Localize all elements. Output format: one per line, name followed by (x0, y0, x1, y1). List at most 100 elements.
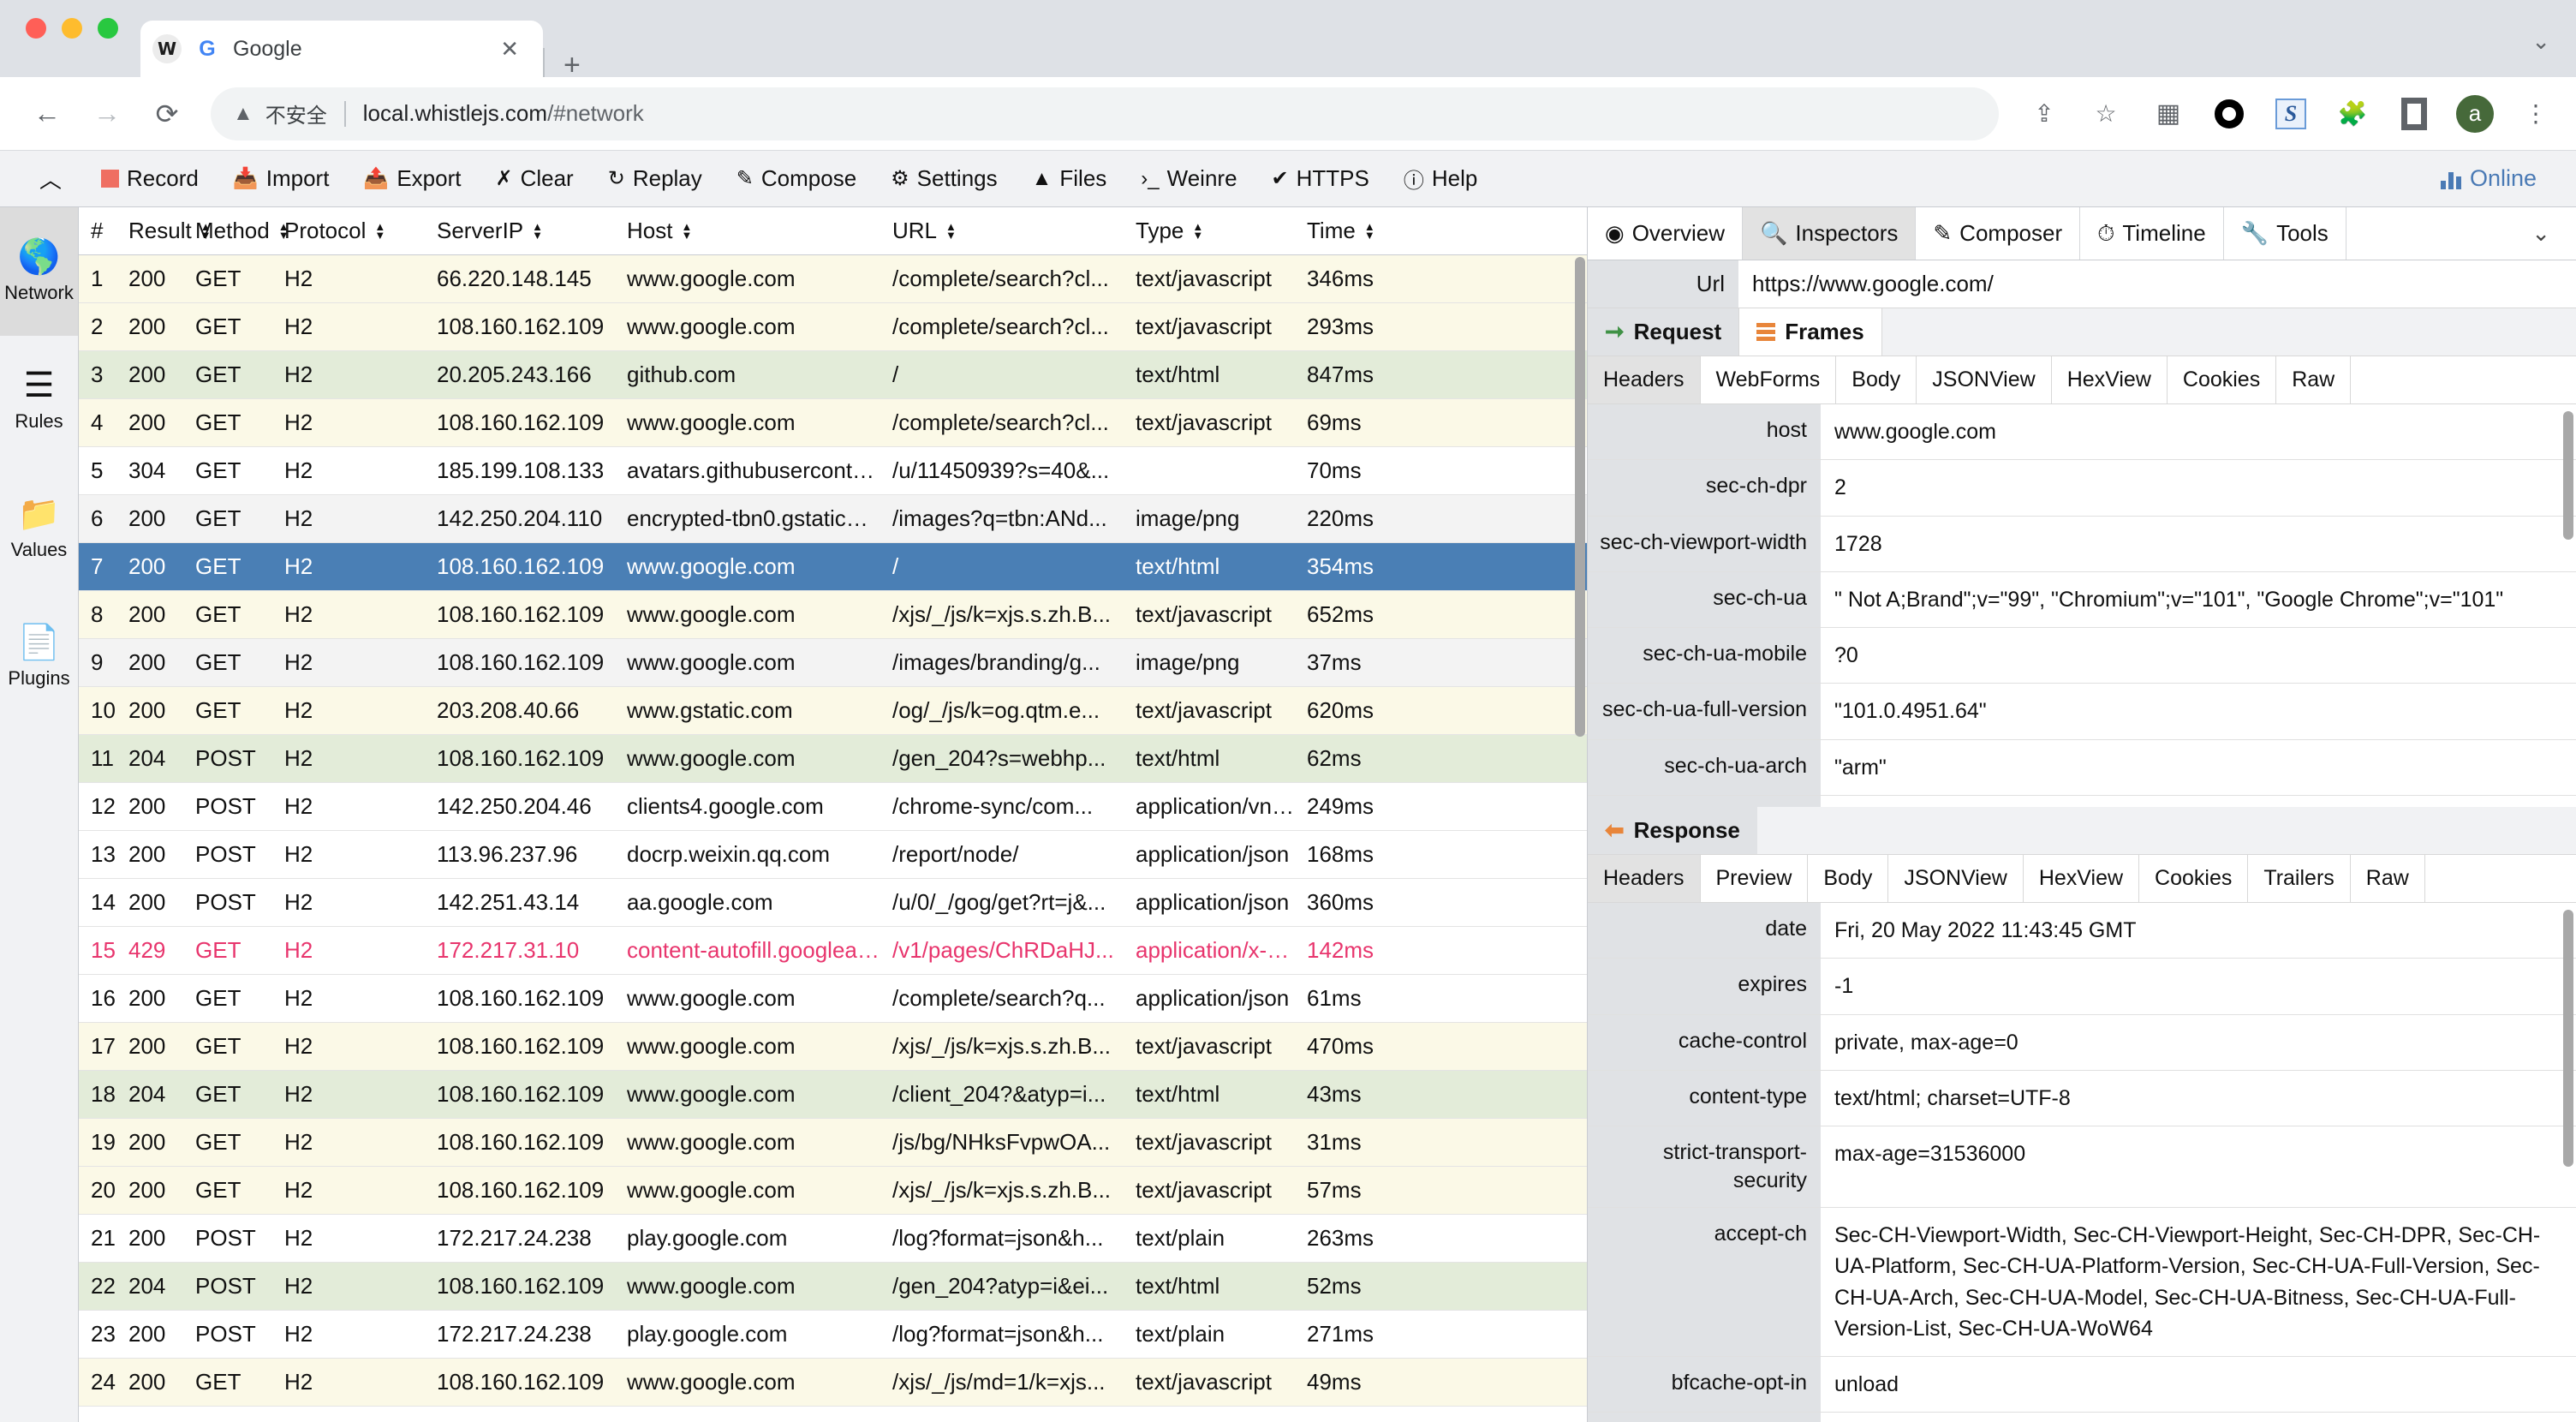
section-tab-frames[interactable]: Frames (1738, 308, 1882, 356)
sidebar-item-network[interactable]: 🌎 Network (0, 207, 78, 336)
files-button[interactable]: ▲Files (1015, 165, 1124, 192)
tab-timeline[interactable]: ⏱Timeline (2080, 207, 2224, 260)
table-row[interactable]: 1200GETH266.220.148.145www.google.com/co… (79, 255, 1587, 303)
table-row[interactable]: 16200GETH2108.160.162.109www.google.com/… (79, 975, 1587, 1023)
header-value[interactable]: Fri, 20 May 2022 11:43:45 GMT (1821, 903, 2576, 958)
weinre-button[interactable]: ›_Weinre (1124, 165, 1254, 192)
header-value[interactable]: text/html; charset=UTF-8 (1821, 1071, 2576, 1126)
window-chevron-down-icon[interactable]: ⌄ (2531, 28, 2550, 77)
compose-button[interactable]: ✎Compose (719, 165, 874, 192)
table-row[interactable]: 5304GETH2185.199.108.133avatars.githubus… (79, 447, 1587, 495)
table-row[interactable]: 6200GETH2142.250.204.110encrypted-tbn0.g… (79, 495, 1587, 543)
network-table-scrollbar[interactable] (1575, 257, 1585, 1393)
s-extension-icon[interactable]: S (2271, 94, 2311, 134)
circle-extension-icon[interactable] (2209, 94, 2249, 134)
header-value[interactable]: www.google.com (1821, 404, 2576, 459)
request-subtab-hexview[interactable]: HexView (2052, 356, 2168, 403)
table-row[interactable]: 23200POSTH2172.217.24.238play.google.com… (79, 1311, 1587, 1359)
kebab-menu-icon[interactable]: ⋮ (2516, 94, 2555, 134)
help-button[interactable]: ⓘHelp (1386, 164, 1494, 194)
header-value[interactable]: "macOS" (1821, 796, 2576, 807)
table-row[interactable]: 13200POSTH2113.96.237.96docrp.weixin.qq.… (79, 831, 1587, 879)
header-value[interactable]: Sec-CH-Viewport-Width, Sec-CH-Viewport-H… (1821, 1208, 2576, 1356)
col-header-url[interactable]: URL▲▼ (892, 218, 1136, 244)
header-value[interactable]: gzip (1821, 1413, 2576, 1422)
close-icon[interactable]: ✕ (488, 36, 531, 63)
avatar[interactable]: a (2456, 95, 2494, 133)
sidebar-item-rules[interactable]: ☰ Rules (0, 336, 78, 464)
header-value[interactable]: " Not A;Brand";v="99", "Chromium";v="101… (1821, 572, 2576, 627)
table-row[interactable]: 20200GETH2108.160.162.109www.google.com/… (79, 1167, 1587, 1215)
section-tab-request[interactable]: ➞Request (1588, 308, 1738, 356)
import-button[interactable]: 📥Import (216, 165, 347, 192)
header-value[interactable]: 2 (1821, 460, 2576, 515)
response-headers-scrollbar-thumb[interactable] (2563, 910, 2573, 1167)
table-row[interactable]: 12200POSTH2142.250.204.46clients4.google… (79, 783, 1587, 831)
maximize-window-button[interactable] (98, 18, 118, 39)
replay-button[interactable]: ↻Replay (591, 165, 719, 192)
record-button[interactable]: Record (84, 165, 216, 192)
sidebar-item-plugins[interactable]: 📄 Plugins (0, 593, 78, 721)
back-button[interactable]: ← (21, 87, 74, 140)
collapse-toolbar-button[interactable]: ︿ (17, 163, 84, 194)
request-headers-scrollbar-thumb[interactable] (2563, 411, 2573, 540)
response-subtab-trailers[interactable]: Trailers (2248, 855, 2350, 902)
header-value[interactable]: max-age=31536000 (1821, 1126, 2576, 1207)
sort-arrows-icon[interactable]: ▲▼ (1192, 223, 1203, 239)
col-header-time[interactable]: Time▲▼ (1307, 218, 1418, 244)
header-value[interactable]: "arm" (1821, 740, 2576, 795)
col-header-method[interactable]: Method▲▼ (195, 218, 284, 244)
export-button[interactable]: 📤Export (346, 165, 478, 192)
forward-button[interactable]: → (80, 87, 134, 140)
request-subtab-body[interactable]: Body (1836, 356, 1917, 403)
table-row[interactable]: 22204POSTH2108.160.162.109www.google.com… (79, 1263, 1587, 1311)
header-value[interactable]: "101.0.4951.64" (1821, 684, 2576, 738)
header-value[interactable]: unload (1821, 1357, 2576, 1412)
star-icon[interactable]: ☆ (2086, 94, 2126, 134)
col-header-index[interactable]: # (79, 218, 128, 244)
sort-arrows-icon[interactable]: ▲▼ (532, 223, 543, 239)
tab-inspectors[interactable]: 🔍Inspectors (1743, 207, 1916, 260)
sort-arrows-icon[interactable]: ▲▼ (945, 223, 957, 239)
tab-tools[interactable]: 🔧Tools (2224, 207, 2346, 260)
share-icon[interactable]: ⇪ (2024, 94, 2064, 134)
col-header-serverip[interactable]: ServerIP▲▼ (437, 218, 627, 244)
chevron-down-icon[interactable]: ⌄ (2506, 207, 2576, 260)
request-subtab-raw[interactable]: Raw (2276, 356, 2351, 403)
header-value[interactable]: 1728 (1821, 517, 2576, 571)
table-row[interactable]: 24200GETH2108.160.162.109www.google.com/… (79, 1359, 1587, 1407)
table-row[interactable]: 10200GETH2203.208.40.66www.gstatic.com/o… (79, 687, 1587, 735)
response-subtab-body[interactable]: Body (1808, 855, 1888, 902)
header-value[interactable]: private, max-age=0 (1821, 1015, 2576, 1070)
tab-overview[interactable]: ◉Overview (1588, 207, 1743, 260)
col-header-type[interactable]: Type▲▼ (1136, 218, 1307, 244)
browser-tab[interactable]: W G Google ✕ (140, 21, 543, 77)
reload-button[interactable]: ⟳ (140, 87, 194, 140)
table-row[interactable]: 18204GETH2108.160.162.109www.google.com/… (79, 1071, 1587, 1119)
https-button[interactable]: ✔HTTPS (1255, 165, 1386, 192)
section-tab-response[interactable]: ⬅Response (1588, 807, 1757, 854)
table-row[interactable]: 8200GETH2108.160.162.109www.google.com/x… (79, 591, 1587, 639)
online-status-badge[interactable]: Online (2441, 165, 2559, 192)
table-row[interactable]: 2200GETH2108.160.162.109www.google.com/c… (79, 303, 1587, 351)
sort-arrows-icon[interactable]: ▲▼ (1364, 223, 1375, 239)
request-subtab-headers[interactable]: Headers (1588, 356, 1701, 403)
col-header-protocol[interactable]: Protocol▲▼ (284, 218, 437, 244)
sort-arrows-icon[interactable]: ▲▼ (681, 223, 692, 239)
sidebar-item-values[interactable]: 📁 Values (0, 464, 78, 593)
response-subtab-jsonview[interactable]: JSONView (1888, 855, 2023, 902)
url-row-value[interactable]: https://www.google.com/ (1738, 260, 2576, 308)
table-row[interactable]: 14200POSTH2142.251.43.14aa.google.com/u/… (79, 879, 1587, 927)
col-header-result[interactable]: Result▲▼ (128, 218, 195, 244)
table-row[interactable]: 11204POSTH2108.160.162.109www.google.com… (79, 735, 1587, 783)
minimize-window-button[interactable] (62, 18, 82, 39)
table-row[interactable]: 7200GETH2108.160.162.109www.google.com/t… (79, 543, 1587, 591)
request-subtab-webforms[interactable]: WebForms (1701, 356, 1837, 403)
response-subtab-cookies[interactable]: Cookies (2139, 855, 2248, 902)
response-headers-list[interactable]: dateFri, 20 May 2022 11:43:45 GMTexpires… (1588, 903, 2576, 1422)
warning-triangle-icon[interactable]: ▲ (233, 102, 253, 126)
response-subtab-preview[interactable]: Preview (1701, 855, 1809, 902)
table-row[interactable]: 19200GETH2108.160.162.109www.google.com/… (79, 1119, 1587, 1167)
scrollbar-thumb[interactable] (1575, 257, 1585, 737)
table-row[interactable]: 4200GETH2108.160.162.109www.google.com/c… (79, 399, 1587, 447)
